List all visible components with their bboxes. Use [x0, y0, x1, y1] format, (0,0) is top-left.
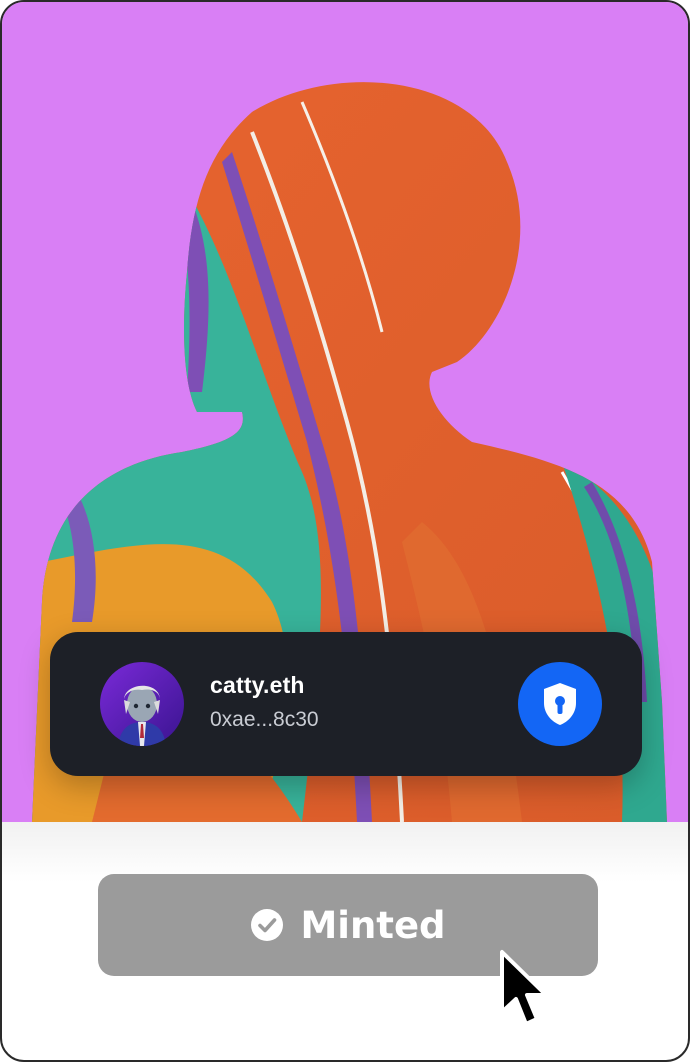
avatar-image — [100, 662, 184, 746]
footer-background — [2, 822, 688, 882]
mouse-pointer-icon — [500, 950, 548, 1026]
security-button[interactable] — [518, 662, 602, 746]
minted-label: Minted — [300, 903, 446, 947]
avatar — [100, 662, 184, 746]
nft-card: catty.eth 0xae...8c30 Minted — [0, 0, 690, 1062]
wallet-name: catty.eth — [210, 672, 305, 698]
check-circle-icon — [251, 909, 284, 941]
shield-keyhole-icon — [544, 683, 576, 725]
wallet-address: 0xae...8c30 — [210, 708, 319, 731]
wallet-info-card: catty.eth 0xae...8c30 — [50, 632, 642, 776]
